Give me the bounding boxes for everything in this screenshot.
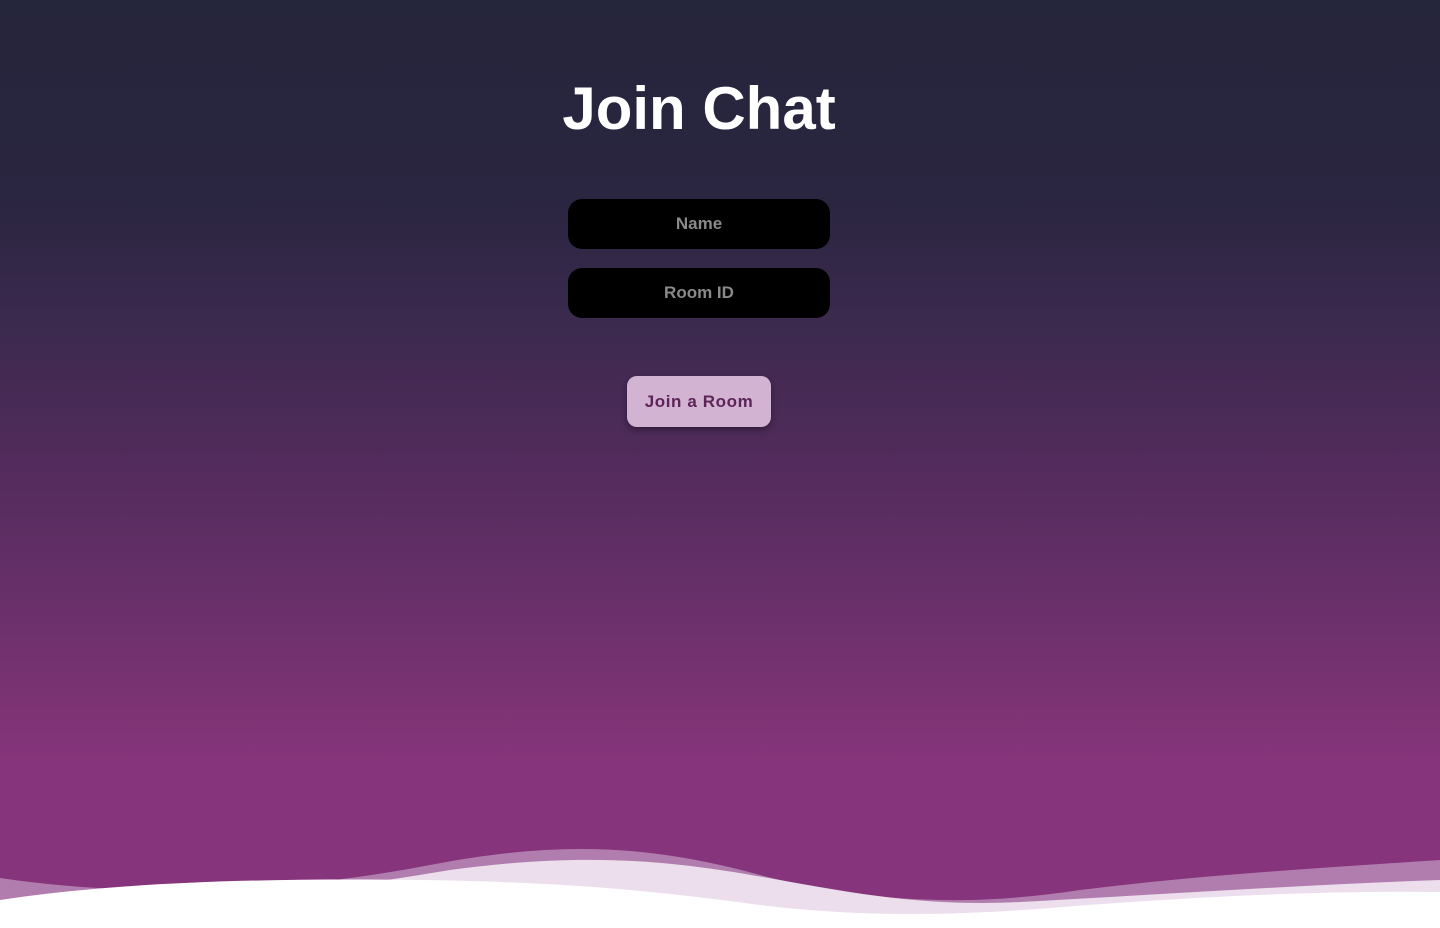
join-room-button[interactable]: Join a Room	[627, 376, 771, 427]
page-title: Join Chat	[562, 75, 836, 142]
decorative-waves	[0, 848, 1440, 928]
room-id-input[interactable]	[568, 268, 830, 318]
name-input[interactable]	[568, 199, 830, 249]
